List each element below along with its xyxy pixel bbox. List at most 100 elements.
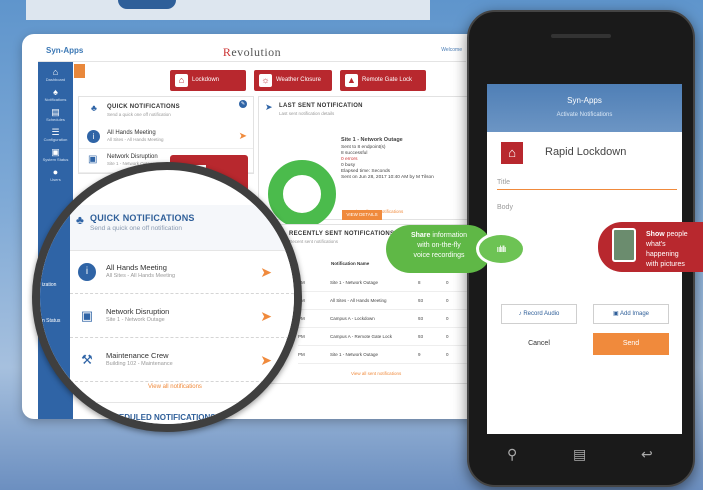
- search-icon[interactable]: ⚲: [507, 446, 517, 463]
- remote-gate-lock-button[interactable]: ▲ Remote Gate Lock: [340, 70, 426, 91]
- lockdown-button[interactable]: ⌂ Lockdown: [170, 70, 246, 91]
- cell-count: 93: [418, 298, 424, 303]
- share-bold: Share: [410, 232, 431, 239]
- column-header: Notification Name: [331, 261, 370, 266]
- panel-subtitle: Last sent notification details: [279, 111, 335, 116]
- row-subtitle: All Sites - All Hands Meeting: [106, 273, 176, 279]
- menu-flag[interactable]: [74, 64, 85, 78]
- panel-subtitle: Recent sent notifications: [289, 239, 339, 244]
- audio-wave-icon: ıılıllı: [476, 232, 526, 266]
- cancel-button[interactable]: Cancel: [501, 333, 577, 355]
- row-subtitle: Building 102 - Maintenance: [106, 361, 173, 367]
- record-audio-label: Record Audio: [523, 311, 560, 317]
- site-title: Site 1 - Network Outage: [341, 137, 403, 143]
- table-row[interactable]: PM Campus A - Lockdown 93 0: [298, 310, 468, 328]
- sidebar-label: Dashboard: [45, 77, 66, 82]
- weather-closure-button[interactable]: ☼ Weather Closure: [254, 70, 332, 91]
- notification-title: Rapid Lockdown: [545, 146, 627, 158]
- calendar-icon: ▦: [86, 414, 98, 428]
- edit-icon[interactable]: ✎: [239, 100, 247, 108]
- row-subtitle: All Sites - All Hands Meeting: [107, 137, 164, 142]
- cell-count: 9: [418, 352, 421, 357]
- menu-icon[interactable]: ▤: [573, 446, 586, 463]
- record-audio-button[interactable]: ♪ Record Audio: [501, 304, 577, 324]
- table-row[interactable]: PM Campus A - Remote Gate Lock 93 0: [298, 328, 468, 346]
- lockdown-label: Lockdown: [192, 77, 220, 83]
- cell-name: All Sites - All Hands Meeting: [330, 298, 387, 303]
- broom-icon: ⚒: [81, 352, 93, 367]
- back-icon[interactable]: ↩: [641, 446, 653, 463]
- table-row[interactable]: AM Site 1 - Network Outage 8 0: [298, 274, 468, 292]
- weather-icon: ☼: [259, 74, 272, 87]
- show-line: what's happening: [646, 241, 679, 258]
- send-icon[interactable]: ➤: [260, 352, 272, 369]
- banner-tab: [118, 0, 176, 9]
- home-icon: ⌂: [501, 142, 523, 164]
- cell-name: Campus A - Remote Gate Lock: [330, 334, 393, 339]
- cell-errors: 0: [446, 280, 449, 285]
- list-item[interactable]: i All Hands Meeting All Sites - All Hand…: [70, 252, 294, 294]
- show-line: with pictures: [646, 261, 685, 268]
- add-image-label: Add Image: [619, 311, 650, 317]
- phone-header-subtitle: Activate Notifications: [556, 112, 613, 118]
- add-image-button[interactable]: ▣ Add Image: [593, 304, 669, 324]
- send-icon[interactable]: ➤: [260, 308, 272, 325]
- welcome-link[interactable]: Welcome: [441, 47, 462, 53]
- body-input[interactable]: Body: [497, 204, 513, 211]
- row-title: All Hands Meeting: [107, 130, 156, 136]
- info-icon: i: [87, 130, 100, 143]
- sidebar-item-schedules[interactable]: ▤ Schedules: [38, 107, 73, 123]
- table-row[interactable]: PM Site 1 - Network Outage 9 0: [298, 346, 468, 364]
- row-title: All Hands Meeting: [106, 263, 167, 272]
- config-icon: ☰: [51, 127, 60, 137]
- panel-title: LAST SENT NOTIFICATION: [279, 103, 363, 109]
- cell-errors: 0: [446, 352, 449, 357]
- magnifier-zoom: ization n Status rs ♣ QUICK NOTIFICATION…: [32, 162, 302, 432]
- panel-title: RECENTLY SENT NOTIFICATIONS: [289, 231, 395, 237]
- zoom-panel-subtitle: Send a quick one off notification: [90, 225, 183, 232]
- sidebar-label: System Status: [42, 157, 69, 162]
- app-title: Revolution: [38, 45, 466, 60]
- cell-name: Campus A - Lockdown: [330, 316, 375, 321]
- cell-name: Site 1 - Network Outage: [330, 280, 379, 285]
- cell-errors: 0: [446, 334, 449, 339]
- row-title: Network Disruption: [106, 307, 170, 316]
- sidebar-item-system-status[interactable]: ▣ System Status: [38, 148, 73, 163]
- scheduled-title: SCHEDULED NOTIFICATIONS: [102, 413, 216, 422]
- view-details-button[interactable]: VIEW DETAILS: [342, 210, 382, 220]
- sidebar-label: Schedules: [46, 117, 65, 122]
- zoom-panel-title: QUICK NOTIFICATIONS: [90, 213, 195, 223]
- info-icon: i: [78, 263, 96, 281]
- phone-logo: Syn-Apps: [567, 96, 602, 105]
- table-row[interactable]: AMAll Sites - All Hands Meeting930: [298, 292, 468, 310]
- zoom-sidebar-label: n Status: [42, 318, 61, 324]
- sidebar-item-configuration[interactable]: ☰ Configuration: [38, 127, 73, 143]
- bell-icon: ♠: [53, 87, 58, 97]
- share-line: voice recordings: [413, 252, 465, 259]
- row-title: Maintenance Crew: [106, 351, 169, 360]
- list-item[interactable]: ▣ Network Disruption Site 1 - Network Ou…: [70, 296, 294, 338]
- cell-time: PM: [298, 334, 305, 339]
- send-icon[interactable]: ➤: [260, 264, 272, 281]
- scheduled-subtitle: Summary of upcoming events: [102, 424, 182, 430]
- home-icon: ⌂: [175, 74, 188, 87]
- sidebar-item-notifications[interactable]: ♠ Notifications: [38, 87, 73, 103]
- sidebar-item-dashboard[interactable]: ⌂ Dashboard: [38, 68, 73, 83]
- sidebar-label: Notifications: [44, 97, 67, 102]
- cell-count: 93: [418, 316, 424, 321]
- title-input[interactable]: Title: [497, 176, 677, 190]
- bell-icon: ♣: [76, 213, 84, 227]
- view-all-sent-link[interactable]: View all sent notifications: [351, 371, 401, 376]
- zoom-sidebar-label: ization: [42, 282, 57, 288]
- app-title-rest: evolution: [231, 45, 282, 59]
- send-button[interactable]: Send: [593, 333, 669, 355]
- share-line: information: [430, 232, 468, 239]
- row-title: Network Disruption: [107, 154, 158, 160]
- cell-count: 8: [418, 280, 421, 285]
- phone-header: Syn-Apps Activate Notifications: [487, 84, 682, 132]
- view-all-notifications-link[interactable]: View all notifications: [148, 384, 202, 390]
- list-item[interactable]: ⚒ Maintenance Crew Building 102 - Mainte…: [70, 340, 294, 382]
- calendar-icon: ▤: [51, 107, 60, 117]
- list-item[interactable]: i All Hands Meeting All Sites - All Hand…: [79, 125, 253, 149]
- send-icon[interactable]: ➤: [239, 131, 247, 142]
